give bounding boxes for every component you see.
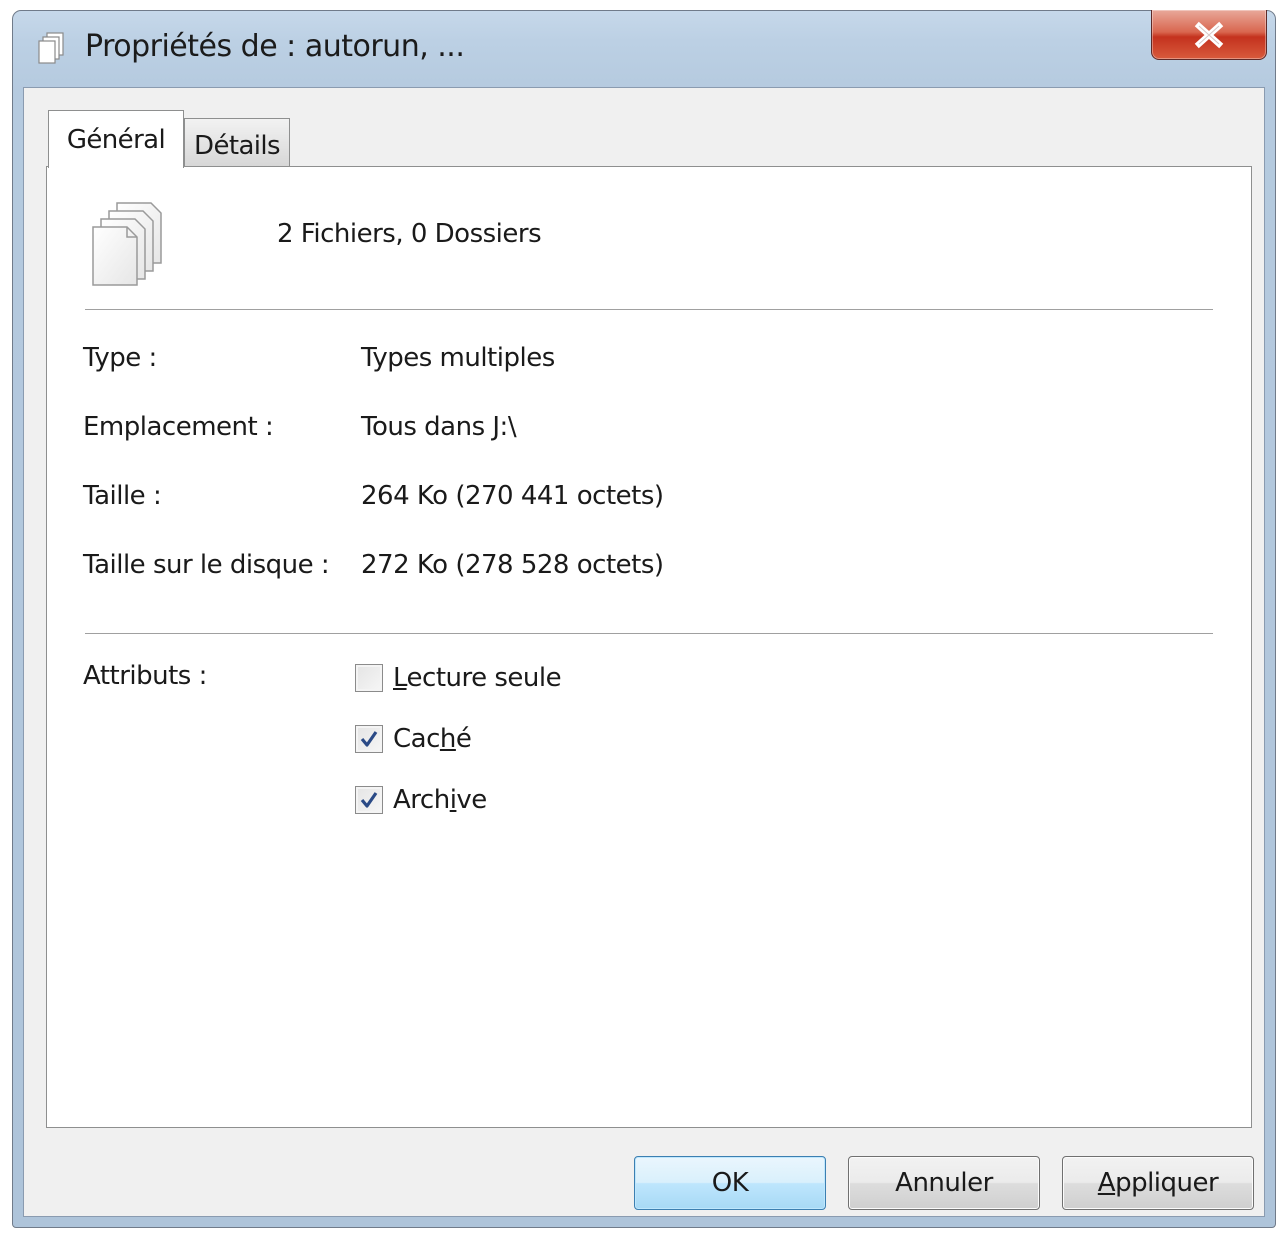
cancel-button[interactable]: Annuler xyxy=(848,1156,1040,1210)
multiple-files-icon xyxy=(92,202,162,286)
read-only-label: Lecture seule xyxy=(393,663,562,693)
archive-label: Archive xyxy=(393,785,487,815)
separator xyxy=(85,633,1213,634)
tab-details[interactable]: Détails xyxy=(184,118,290,168)
ok-button[interactable]: OK xyxy=(634,1156,826,1210)
checkbox-box[interactable] xyxy=(355,786,383,814)
attributes-label: Attributs : xyxy=(83,661,207,691)
hidden-checkbox[interactable]: Caché xyxy=(355,724,472,754)
checkmark-icon xyxy=(360,731,378,747)
title-bar[interactable]: Propriétés de : autorun, ... xyxy=(13,10,1275,87)
type-value: Types multiples xyxy=(361,343,555,373)
close-button[interactable] xyxy=(1151,10,1267,60)
archive-checkbox[interactable]: Archive xyxy=(355,785,487,815)
general-tab-panel: 2 Fichiers, 0 Dossiers Type : Types mult… xyxy=(46,166,1252,1128)
close-icon xyxy=(1194,21,1224,48)
size-value: 264 Ko (270 441 octets) xyxy=(361,481,664,511)
location-label: Emplacement : xyxy=(83,412,274,442)
disk-size-value: 272 Ko (278 528 octets) xyxy=(361,550,664,580)
checkmark-icon xyxy=(360,792,378,808)
selection-summary: 2 Fichiers, 0 Dossiers xyxy=(277,219,542,249)
apply-button-label: Appliquer xyxy=(1097,1168,1219,1198)
apply-button[interactable]: Appliquer xyxy=(1062,1156,1254,1210)
checkbox-box[interactable] xyxy=(355,664,383,692)
size-label: Taille : xyxy=(83,481,162,511)
ok-button-label: OK xyxy=(711,1168,749,1198)
location-value: Tous dans J:\ xyxy=(361,412,517,442)
tab-label: Général xyxy=(66,124,166,155)
cancel-button-label: Annuler xyxy=(895,1168,993,1198)
type-label: Type : xyxy=(83,343,157,373)
tab-label: Détails xyxy=(194,130,281,161)
separator xyxy=(85,309,1213,310)
dialog-body: Général Détails 2 Fichiers, 0 Dossiers T… xyxy=(23,87,1265,1217)
tab-general[interactable]: Général xyxy=(48,110,184,168)
disk-size-label: Taille sur le disque : xyxy=(83,550,330,580)
multiple-files-icon xyxy=(38,32,64,64)
read-only-checkbox[interactable]: Lecture seule xyxy=(355,663,562,693)
properties-dialog: Propriétés de : autorun, ... Général Dét… xyxy=(12,10,1276,1228)
hidden-label: Caché xyxy=(393,724,472,754)
checkbox-box[interactable] xyxy=(355,725,383,753)
window-title: Propriétés de : autorun, ... xyxy=(85,29,465,64)
